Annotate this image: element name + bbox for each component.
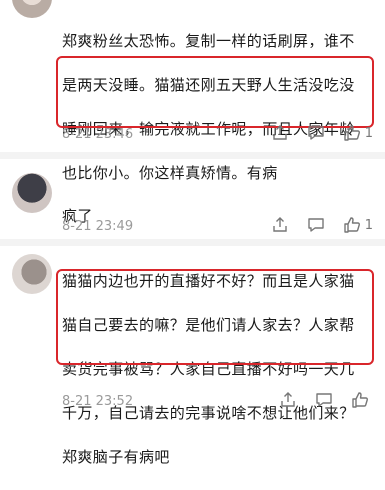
comment-item: 郑爽粉丝太恐怖。复制一样的话刷屏，谁不 是两天没睡。猫猫还刚五天野人生活没吃没 … <box>0 0 385 182</box>
avatar[interactable] <box>12 254 52 294</box>
like-button[interactable] <box>351 391 373 409</box>
section-divider <box>0 152 385 159</box>
share-button[interactable] <box>271 124 289 142</box>
share-icon <box>271 124 289 142</box>
share-button[interactable] <box>279 391 297 409</box>
comment-actions: 1 <box>271 124 373 142</box>
share-button[interactable] <box>271 216 289 234</box>
comment-item: 疯了 8-21 23:49 1 <box>0 159 385 239</box>
highlight-box <box>56 56 374 128</box>
comment-item: 猫猫内边也开的直播好不好？而且是人家猫 猫自己要去的嘛？是他们请人家去？人家帮 … <box>0 246 385 466</box>
like-count: 1 <box>364 217 373 233</box>
comment-line: 郑爽粉丝太恐怖。复制一样的话刷屏，谁不 <box>62 32 355 50</box>
reply-button[interactable] <box>307 216 325 234</box>
reply-button[interactable] <box>315 391 333 409</box>
highlight-box <box>56 269 374 365</box>
like-count: 1 <box>364 125 373 141</box>
like-button[interactable]: 1 <box>343 124 373 142</box>
share-icon <box>279 391 297 409</box>
section-divider <box>0 239 385 246</box>
share-icon <box>271 216 289 234</box>
comment-icon <box>307 124 325 142</box>
comment-line: 郑爽脑子有病吧 <box>62 448 170 466</box>
comment-time: 8-21 23:52 <box>62 394 134 409</box>
like-button[interactable]: 1 <box>343 216 373 234</box>
thumbs-up-icon <box>343 216 361 234</box>
comment-actions <box>279 391 373 409</box>
comment-icon <box>315 391 333 409</box>
comment-actions: 1 <box>271 216 373 234</box>
comment-time: 8-21 23:49 <box>62 219 134 234</box>
reply-button[interactable] <box>307 124 325 142</box>
comment-icon <box>307 216 325 234</box>
avatar[interactable] <box>12 173 52 213</box>
thumbs-up-icon <box>343 124 361 142</box>
comment-time: 8-21 23:46 <box>62 127 134 142</box>
thumbs-up-icon <box>351 391 369 409</box>
avatar[interactable] <box>12 0 52 18</box>
